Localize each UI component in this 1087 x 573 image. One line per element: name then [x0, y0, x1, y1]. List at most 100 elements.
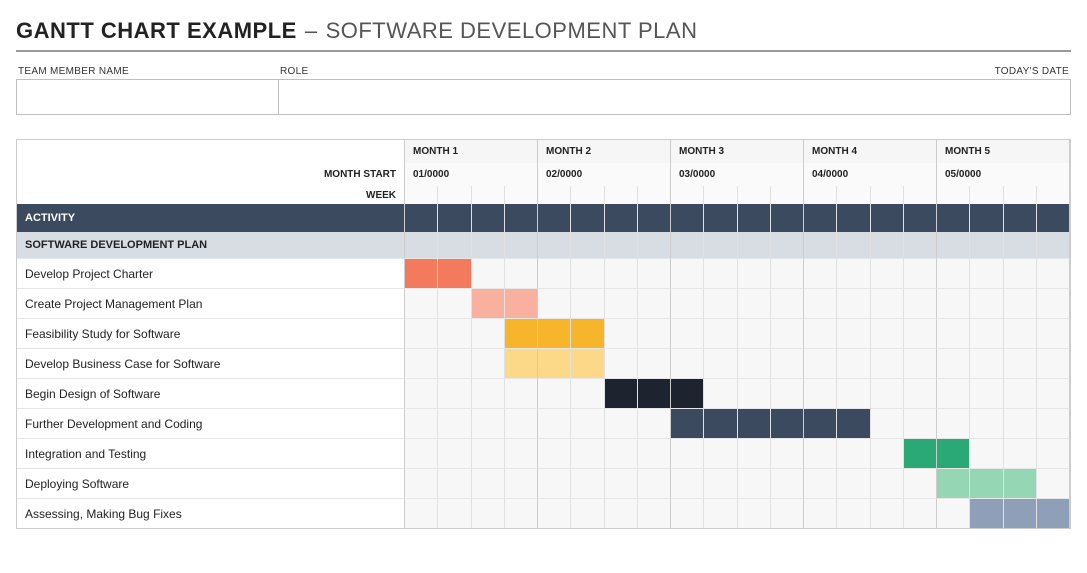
task-week-cell [871, 318, 904, 348]
task-row: Create Project Management Plan [17, 288, 1070, 318]
task-bar-cell [472, 288, 505, 318]
task-week-cell [970, 438, 1003, 468]
task-label: Feasibility Study for Software [17, 318, 405, 348]
task-week-cell [970, 318, 1003, 348]
title-bold: GANTT CHART EXAMPLE [16, 18, 297, 44]
week-header-cell [871, 186, 904, 204]
task-week-cell [871, 258, 904, 288]
activity-week-cell [704, 204, 737, 232]
task-week-cell [837, 378, 870, 408]
task-week-cell [605, 498, 638, 528]
task-week-cell [638, 468, 671, 498]
section-week-cell [771, 232, 804, 258]
date-field[interactable] [912, 79, 1071, 115]
task-week-cell [738, 378, 771, 408]
task-label: Further Development and Coding [17, 408, 405, 438]
week-header-cell [837, 186, 870, 204]
task-week-cell [771, 378, 804, 408]
week-header-cell [704, 186, 737, 204]
task-week-cell [1004, 318, 1037, 348]
task-week-cell [405, 468, 438, 498]
task-week-cell [937, 318, 970, 348]
task-week-cell [837, 498, 870, 528]
task-week-cell [671, 318, 704, 348]
task-week-cell [1004, 438, 1037, 468]
activity-week-cell [438, 204, 471, 232]
section-week-cell [438, 232, 471, 258]
task-bar-cell [538, 318, 571, 348]
name-field[interactable] [16, 79, 278, 115]
activity-week-cell [605, 204, 638, 232]
task-week-cell [771, 498, 804, 528]
activity-week-cell [937, 204, 970, 232]
task-week-cell [405, 288, 438, 318]
task-week-cell [704, 468, 737, 498]
task-week-cell [405, 318, 438, 348]
task-week-cell [738, 288, 771, 318]
task-week-cell [638, 408, 671, 438]
task-week-cell [605, 468, 638, 498]
task-week-cell [1037, 378, 1070, 408]
section-week-cell [505, 232, 538, 258]
task-week-cell [904, 498, 937, 528]
task-week-cell [804, 258, 837, 288]
role-field[interactable] [278, 79, 913, 115]
task-week-cell [871, 498, 904, 528]
week-header-cell [970, 186, 1003, 204]
task-week-cell [738, 348, 771, 378]
section-week-cell [1037, 232, 1070, 258]
gantt-chart: MONTH 1MONTH 2MONTH 3MONTH 4MONTH 5 MONT… [16, 139, 1071, 529]
month-start-cell: 01/0000 [405, 163, 538, 186]
task-week-cell [571, 258, 604, 288]
section-week-cell [837, 232, 870, 258]
week-header-cell [638, 186, 671, 204]
task-bar-cell [571, 348, 604, 378]
task-week-cell [638, 318, 671, 348]
section-week-cell [804, 232, 837, 258]
task-week-cell [505, 498, 538, 528]
task-week-cell [571, 378, 604, 408]
task-week-cell [438, 498, 471, 528]
task-week-cell [904, 288, 937, 318]
task-week-cell [904, 348, 937, 378]
task-week-cell [605, 408, 638, 438]
task-week-cell [937, 348, 970, 378]
task-label: Deploying Software [17, 468, 405, 498]
task-week-cell [837, 288, 870, 318]
task-bar-cell [671, 378, 704, 408]
activity-header: ACTIVITY [17, 204, 405, 232]
month-header-cell: MONTH 1 [405, 139, 538, 163]
task-week-cell [472, 378, 505, 408]
week-header-cell [505, 186, 538, 204]
activity-week-cell [1004, 204, 1037, 232]
task-week-cell [438, 438, 471, 468]
title-light: SOFTWARE DEVELOPMENT PLAN [326, 18, 698, 44]
task-bar-cell [1037, 498, 1070, 528]
activity-week-cell [738, 204, 771, 232]
task-week-cell [472, 318, 505, 348]
task-week-cell [871, 378, 904, 408]
task-week-cell [571, 438, 604, 468]
task-week-cell [671, 258, 704, 288]
task-row: Further Development and Coding [17, 408, 1070, 438]
task-week-cell [472, 468, 505, 498]
task-week-cell [871, 348, 904, 378]
task-bar-cell [937, 468, 970, 498]
task-week-cell [738, 498, 771, 528]
task-bar-cell [771, 408, 804, 438]
task-week-cell [904, 318, 937, 348]
week-header-cell [538, 186, 571, 204]
task-bar-cell [405, 258, 438, 288]
week-header-cell [771, 186, 804, 204]
task-bar-cell [837, 408, 870, 438]
activity-week-cell [671, 204, 704, 232]
task-week-cell [704, 498, 737, 528]
activity-week-cell [538, 204, 571, 232]
task-row: Integration and Testing [17, 438, 1070, 468]
week-label: WEEK [17, 186, 405, 204]
task-week-cell [538, 438, 571, 468]
activity-week-cell [970, 204, 1003, 232]
month-header-blank [17, 139, 405, 163]
task-week-cell [771, 348, 804, 378]
task-week-cell [970, 408, 1003, 438]
